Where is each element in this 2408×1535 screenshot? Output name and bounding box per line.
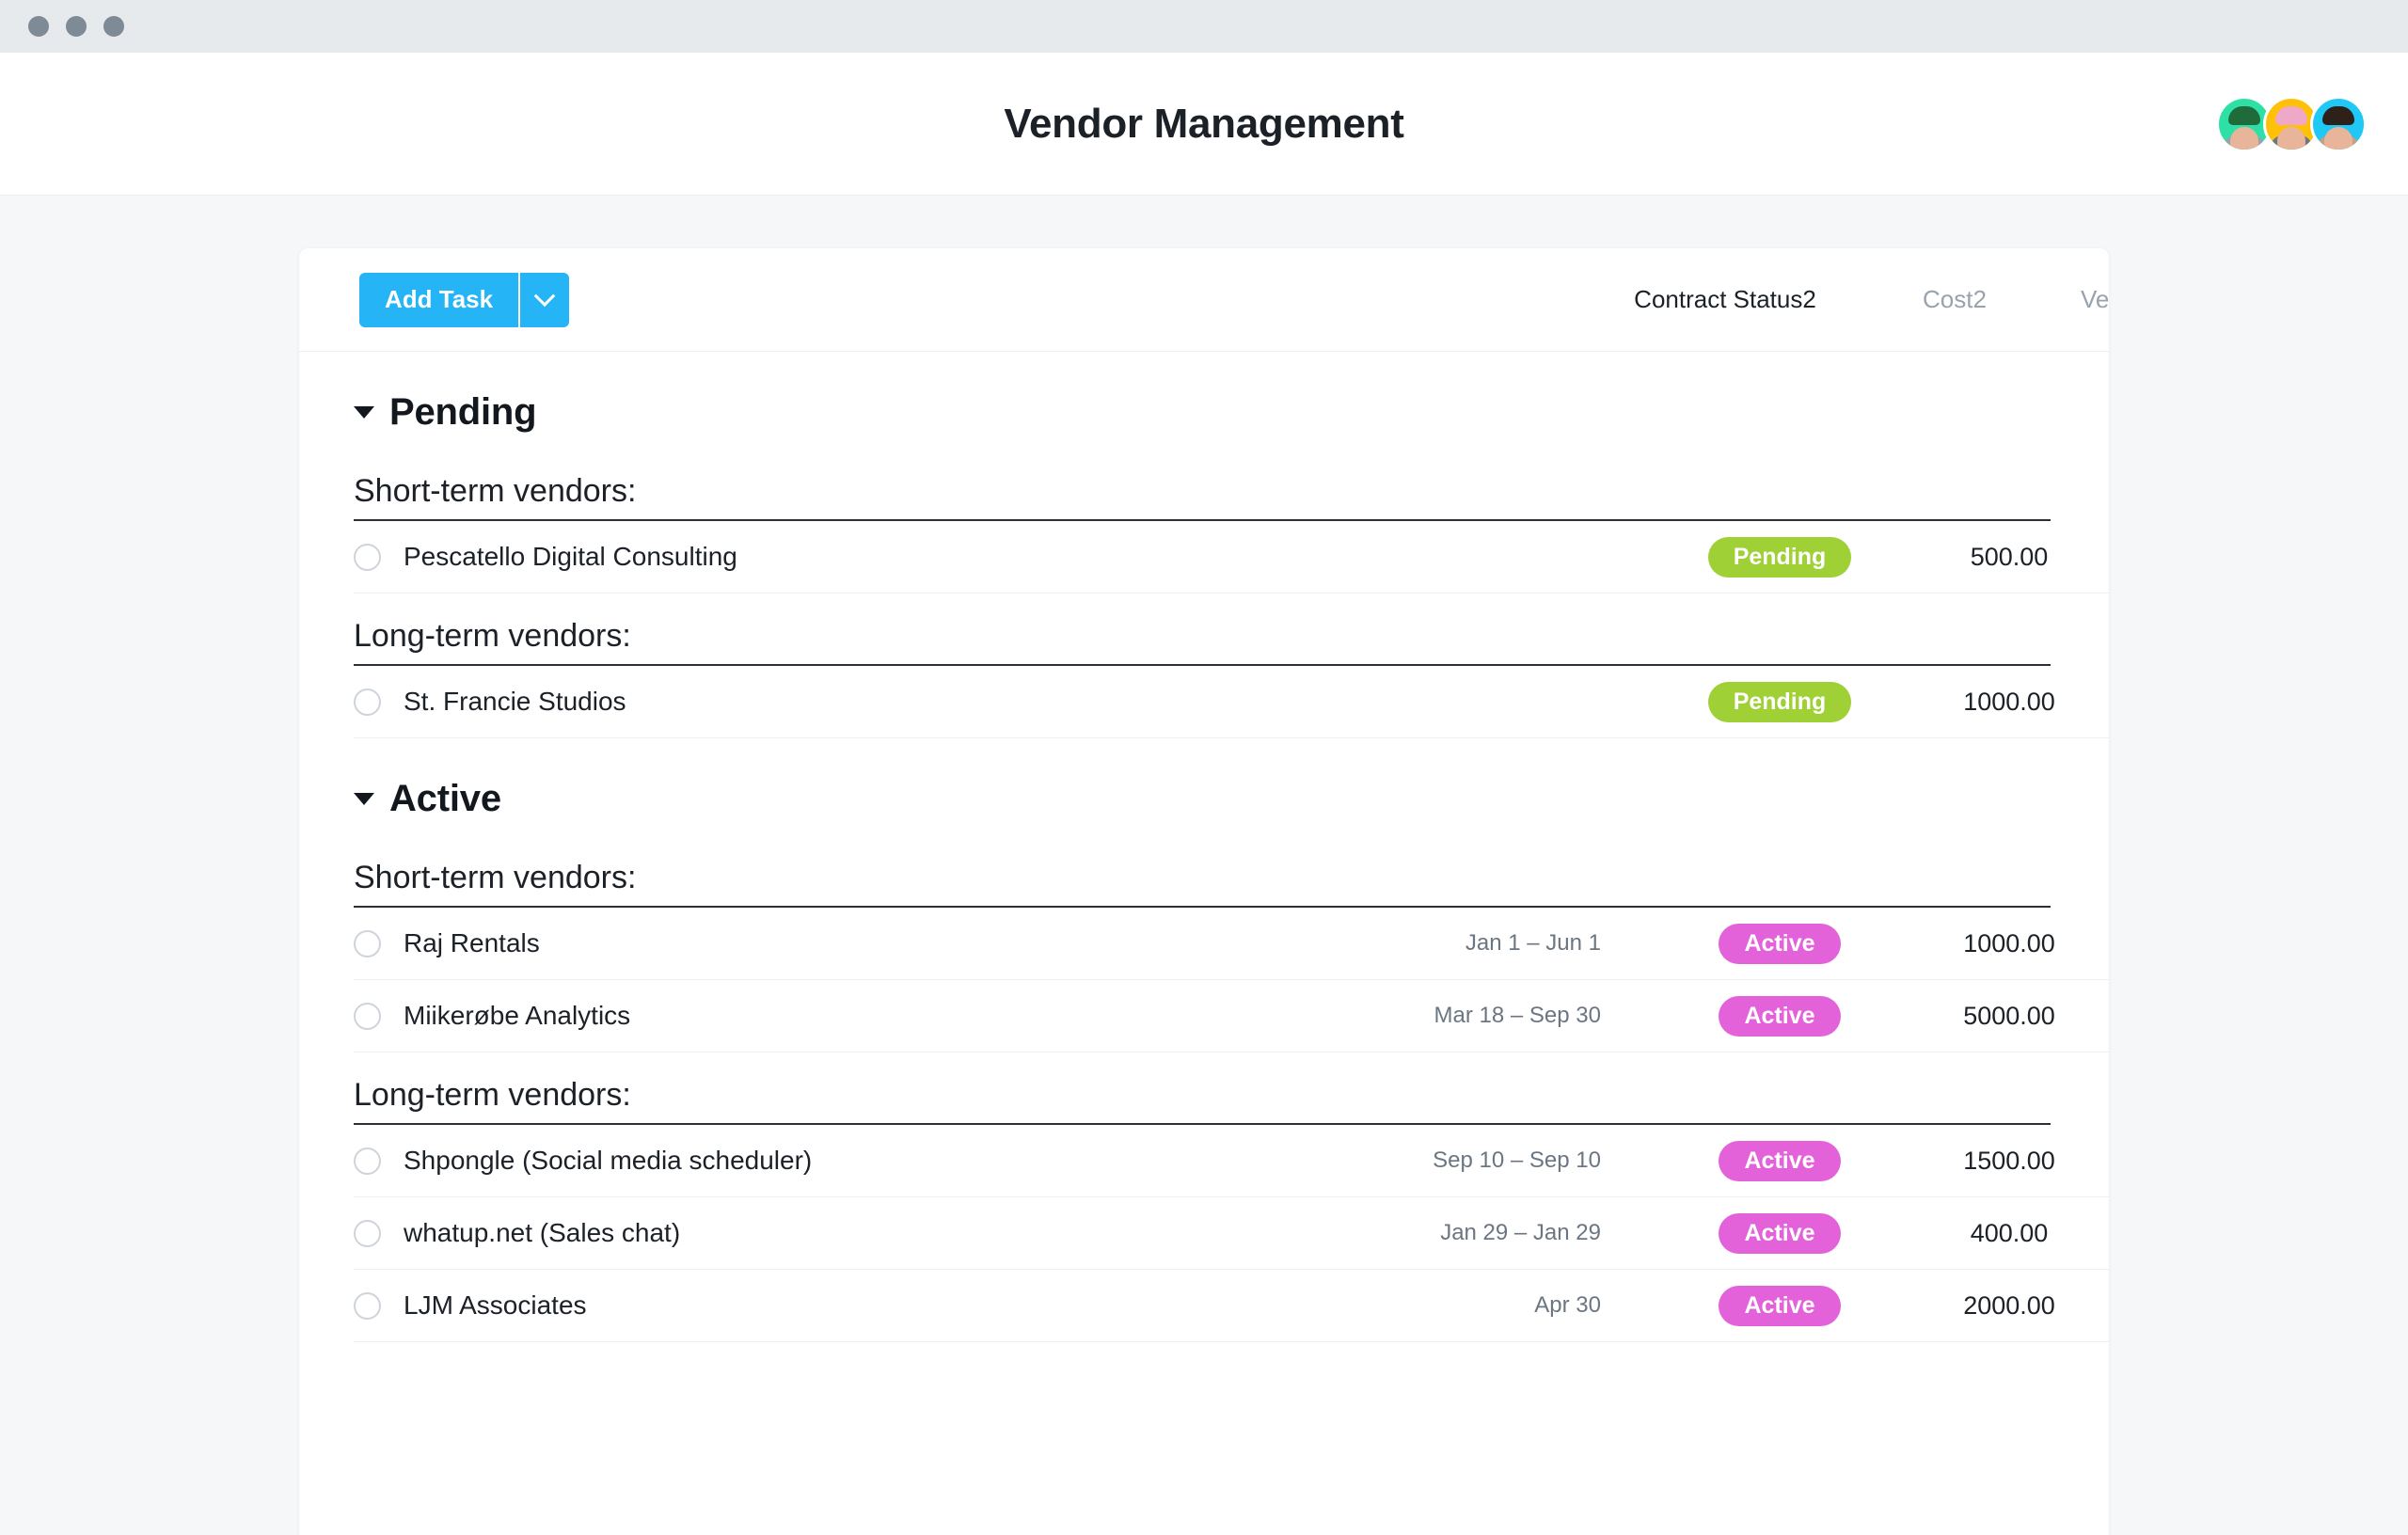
avatar-hair [2322,105,2354,125]
task-name: Pescatello Digital Consulting [404,542,737,571]
task-cost: 2000.00 [1963,1290,2055,1320]
avatar-face [2277,126,2305,150]
task-date-range: Mar 18 – Sep 30 [1434,1003,1601,1028]
window-titlebar [0,0,2408,53]
task-complete-checkbox[interactable] [354,543,381,571]
caret-down-icon[interactable] [354,406,374,419]
table-row[interactable]: Shpongle (Social media scheduler) Sep 10 … [354,1125,2109,1197]
status-badge[interactable]: Active [1719,995,1841,1037]
chevron-down-icon [533,284,556,307]
window-minimize-dot[interactable] [66,16,87,37]
task-complete-checkbox[interactable] [354,1219,381,1247]
task-vendor-type: Consulta... [2098,543,2109,572]
avatar-face [2324,126,2353,150]
avatar[interactable] [2310,95,2367,152]
task-vendor-type: SaaS sof... [2098,1147,2109,1176]
task-date-range: Sep 10 – Sep 10 [1433,1147,1601,1173]
member-avatar-group [2216,95,2367,152]
avatar-hair [2275,105,2307,125]
avatar-face [2230,126,2258,150]
task-name: LJM Associates [404,1290,587,1320]
task-section: Active Short-term vendors: Raj Rentals Jan … [299,738,2109,1342]
task-status-cell: Pending [1639,536,1921,578]
status-badge[interactable]: Active [1719,923,1841,964]
table-row[interactable]: Pescatello Digital Consulting Pending 500.… [354,521,2109,593]
task-vendor-type: SaaS sof... [2098,1002,2109,1031]
table-row[interactable]: Raj Rentals Jan 1 – Jun 1 Active 1000.00 Ren… [354,908,2109,980]
avatar-hair [2228,105,2260,125]
section-header[interactable]: Active [299,738,2109,835]
status-badge[interactable]: Pending [1707,681,1852,722]
table-row[interactable]: LJM Associates Apr 30 Active 2000.00 Consult… [354,1270,2109,1342]
task-date-range: Apr 30 [1534,1292,1601,1318]
task-cost: 1000.00 [1963,687,2055,716]
task-vendor-type: SaaS sof... [2098,1219,2109,1248]
column-header-vendor-type[interactable]: Vendor Type2 [2043,285,2109,314]
section-header[interactable]: Pending [299,352,2109,449]
task-status-cell: Active [1639,1212,1921,1254]
group-title[interactable]: Short-term vendors: [299,449,2109,519]
group-title[interactable]: Long-term vendors: [299,1052,2109,1123]
task-status-cell: Active [1639,1285,1921,1326]
caret-down-icon[interactable] [354,793,374,805]
table-row[interactable]: whatup.net (Sales chat) Jan 29 – Jan 29 Ac… [354,1197,2109,1270]
window-close-dot[interactable] [28,16,49,37]
status-badge[interactable]: Active [1719,1140,1841,1181]
task-cost: 400.00 [1970,1218,2049,1247]
task-complete-checkbox[interactable] [354,1291,381,1320]
task-date-range: Jan 1 – Jun 1 [1465,930,1601,956]
task-complete-checkbox[interactable] [354,1002,381,1030]
task-vendor-type: Consulta... [2098,1291,2109,1321]
task-complete-checkbox[interactable] [354,1147,381,1175]
list-toolbar: Add Task Contract Status2 Cost2 Vendor T… [299,248,2109,352]
task-section: Pending Short-term vendors: Pescatello Dig… [299,352,2109,738]
task-status-cell: Active [1639,995,1921,1037]
task-status-cell: Active [1639,923,1921,964]
column-header-contract-status[interactable]: Contract Status2 [1584,285,1866,314]
status-badge[interactable]: Pending [1707,536,1852,578]
page-body: Add Task Contract Status2 Cost2 Vendor T… [0,196,2408,1535]
window-maximize-dot[interactable] [103,16,124,37]
task-date-range: Jan 29 – Jan 29 [1440,1220,1601,1245]
task-vendor-type: Agency [2098,688,2109,717]
task-cost: 500.00 [1970,542,2049,571]
add-task-button[interactable]: Add Task [359,272,519,327]
group-title[interactable]: Long-term vendors: [299,593,2109,664]
table-row[interactable]: St. Francie Studios Pending 1000.00 Agency [354,666,2109,738]
section-title: Pending [389,391,537,433]
task-status-cell: Active [1639,1140,1921,1181]
task-name: Shpongle (Social media scheduler) [404,1146,813,1175]
sections-container: Pending Short-term vendors: Pescatello Dig… [299,352,2109,1342]
task-status-cell: Pending [1639,681,1921,722]
task-vendor-type: Rentals [2098,929,2109,958]
task-name: whatup.net (Sales chat) [404,1218,681,1247]
task-cost: 1500.00 [1963,1146,2055,1175]
column-header-cost[interactable]: Cost2 [1866,285,2043,314]
task-cost: 1000.00 [1963,928,2055,957]
table-row[interactable]: Miikerøbe Analytics Mar 18 – Sep 30 Active… [354,980,2109,1052]
task-name: St. Francie Studios [404,687,626,716]
task-complete-checkbox[interactable] [354,688,381,716]
task-list-card: Add Task Contract Status2 Cost2 Vendor T… [299,248,2109,1535]
add-task-group: Add Task [359,272,570,327]
task-cost: 5000.00 [1963,1001,2055,1030]
task-name: Miikerøbe Analytics [404,1001,631,1030]
group-title[interactable]: Short-term vendors: [299,835,2109,906]
task-name: Raj Rentals [404,928,540,957]
status-badge[interactable]: Active [1719,1212,1841,1254]
status-badge[interactable]: Active [1719,1285,1841,1326]
add-task-dropdown-button[interactable] [518,272,570,327]
app-header: Vendor Management [0,53,2408,196]
task-complete-checkbox[interactable] [354,929,381,957]
section-title: Active [389,778,501,819]
page-title: Vendor Management [1004,100,1404,147]
